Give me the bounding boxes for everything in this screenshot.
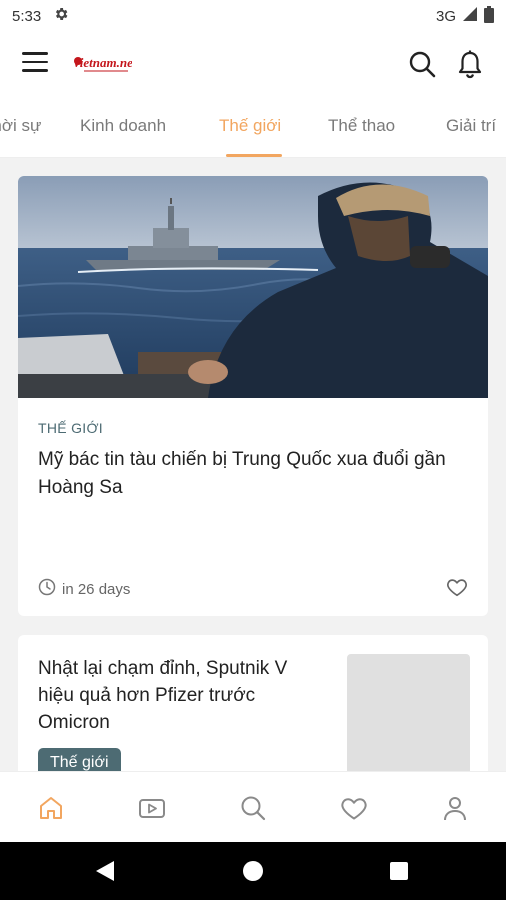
- favorite-heart-icon[interactable]: [446, 576, 468, 598]
- notification-bell-icon[interactable]: [456, 49, 484, 79]
- home-circle-icon[interactable]: [242, 860, 264, 887]
- featured-article-image[interactable]: [18, 176, 488, 398]
- home-icon[interactable]: [37, 794, 65, 822]
- system-navigation-bar: [0, 842, 506, 900]
- video-icon[interactable]: [138, 794, 166, 822]
- article-headline[interactable]: Mỹ bác tin tàu chiến bị Trung Quốc xua đ…: [38, 446, 458, 502]
- menu-hamburger-icon[interactable]: [22, 52, 48, 74]
- article-time-text: in 26 days: [62, 580, 131, 598]
- article-headline[interactable]: Nhật lại chạm đỉnh, Sputnik V hiệu quả h…: [38, 655, 328, 736]
- status-bar: 5:33 3G: [0, 0, 506, 32]
- search-icon[interactable]: [408, 50, 436, 78]
- status-time: 5:33: [12, 7, 42, 25]
- profile-icon[interactable]: [441, 794, 469, 822]
- battery-icon: [484, 5, 494, 27]
- tab-the-gioi[interactable]: Thế giới: [219, 116, 281, 136]
- article-thumbnail[interactable]: [347, 654, 470, 771]
- search-icon[interactable]: [239, 794, 267, 822]
- clock-icon: [38, 578, 56, 600]
- tab-thoi-su[interactable]: Thời sự: [0, 116, 41, 136]
- recents-square-icon[interactable]: [389, 861, 409, 886]
- tab-giai-tri[interactable]: Giải trí: [446, 116, 496, 136]
- signal-icon: [462, 6, 478, 26]
- app-screen: 5:33 3G vietnam.net ời sự Kinh doanh Thế…: [0, 0, 506, 900]
- category-tabs: Thời sự Kinh doanh Thế giới Thể thao Giả…: [0, 98, 506, 158]
- back-icon[interactable]: [94, 859, 116, 888]
- article-card[interactable]: Nhật lại chạm đỉnh, Sputnik V hiệu quả h…: [18, 635, 488, 771]
- network-type: 3G: [435, 7, 456, 25]
- tab-kinh-doanh[interactable]: Kinh doanh: [80, 116, 166, 136]
- featured-article-card[interactable]: THẾ GIỚI Mỹ bác tin tàu chiến bị Trung Q…: [18, 176, 488, 616]
- news-feed[interactable]: THẾ GIỚI Mỹ bác tin tàu chiến bị Trung Q…: [0, 158, 506, 771]
- svg-text:vietnam.net: vietnam.net: [74, 55, 132, 70]
- app-bar: vietnam.net: [0, 32, 506, 98]
- settings-gear-icon: [53, 6, 69, 26]
- category-badge[interactable]: Thế giới: [38, 748, 121, 771]
- brand-logo[interactable]: vietnam.net: [72, 52, 132, 76]
- status-right: 3G: [435, 5, 494, 27]
- heart-icon[interactable]: [340, 794, 368, 822]
- bottom-navigation: [0, 771, 506, 842]
- article-time: in 26 days: [38, 578, 130, 600]
- tab-the-thao[interactable]: Thể thao: [328, 116, 395, 136]
- article-category: THẾ GIỚI: [38, 420, 103, 436]
- active-tab-indicator: [226, 154, 282, 157]
